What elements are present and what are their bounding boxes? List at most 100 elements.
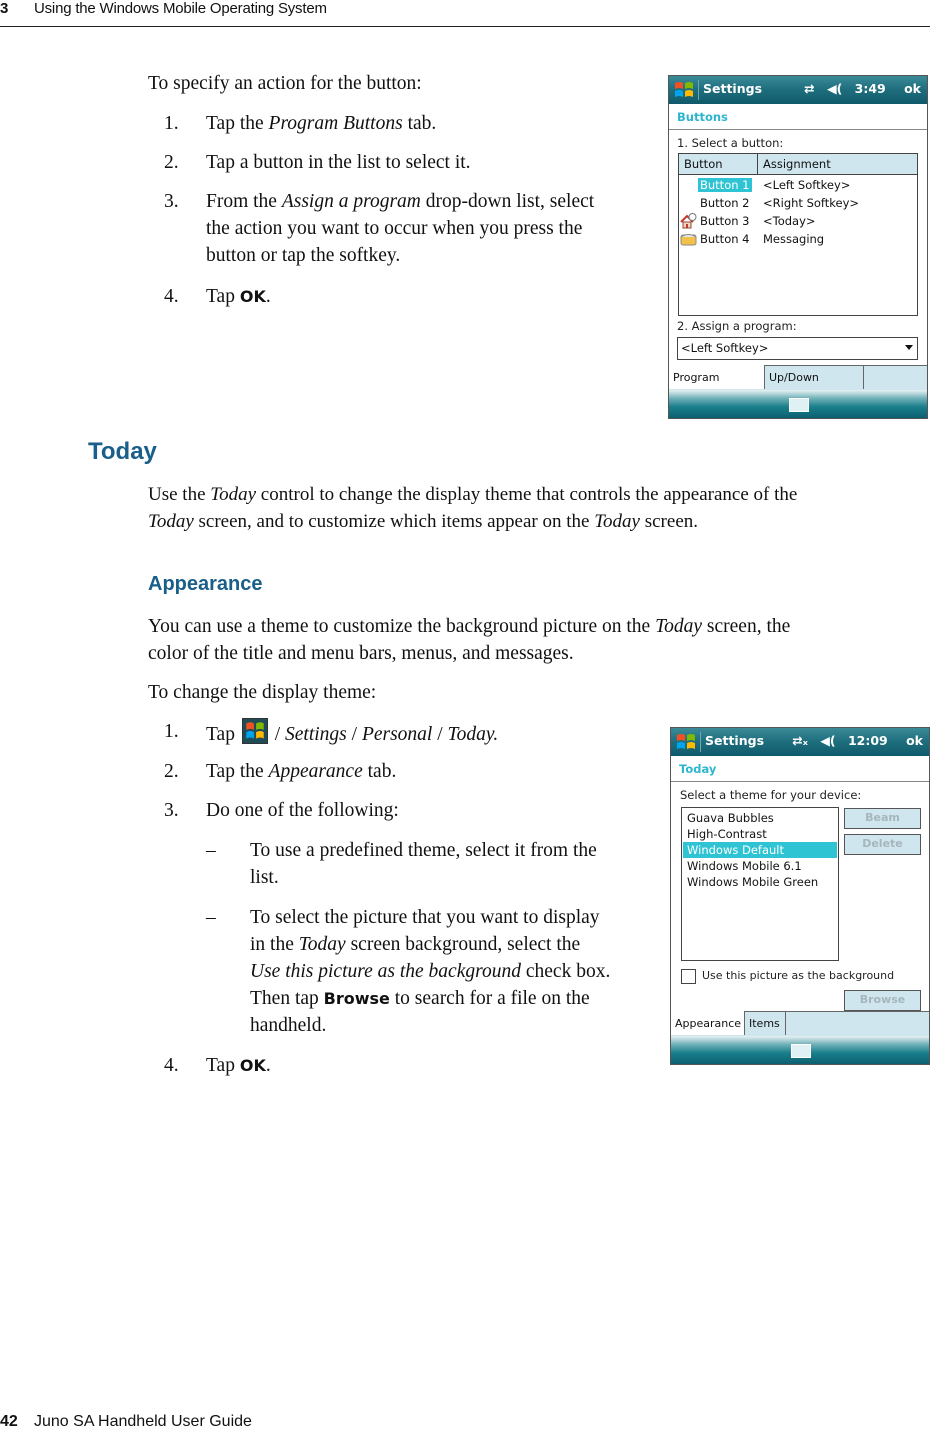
text: in the xyxy=(250,934,299,955)
title-bar: Settings ⇄ ◀︎( 3:49 ok xyxy=(669,76,927,104)
ok-button[interactable]: ok xyxy=(906,733,923,748)
step-text: Do one of the following: xyxy=(206,800,399,821)
delete-button[interactable]: Delete xyxy=(844,834,921,855)
step-text-pre: Tap the xyxy=(206,113,269,134)
buttons-step-1: 1. Tap the Program Buttons tab. xyxy=(164,110,664,137)
app-title: Settings xyxy=(703,81,763,96)
button-name: Button 4 xyxy=(700,232,750,246)
text-em: Today xyxy=(655,616,703,637)
clock-time[interactable]: 12:09 xyxy=(848,733,888,748)
button-assignment: <Today> xyxy=(763,214,816,228)
no-connection-icon[interactable]: ⇄ₓ xyxy=(792,733,808,748)
text-em: Use this picture as the background xyxy=(250,961,521,982)
tab-appearance[interactable]: Appearance xyxy=(671,1011,744,1035)
dropdown-value: <Left Softkey> xyxy=(681,341,769,355)
tab-items[interactable]: Items xyxy=(744,1011,786,1035)
list-row[interactable]: Button 1 <Left Softkey> xyxy=(679,177,917,195)
text: tab. xyxy=(362,761,397,782)
theme-item[interactable]: High-Contrast xyxy=(683,826,837,842)
step-text: Tap / Settings / Personal / Today. xyxy=(206,718,498,748)
bullet-text: To select the picture that you want to d… xyxy=(250,904,610,1039)
column-header-assignment[interactable]: Assignment xyxy=(763,157,831,171)
step-text-em: Program Buttons xyxy=(268,113,403,134)
text: color of the title and menu bars, menus,… xyxy=(148,643,574,664)
theme-item[interactable]: Windows Mobile Green xyxy=(683,874,837,890)
button-name: Button 2 xyxy=(700,196,750,210)
text: screen background, select the xyxy=(345,934,581,955)
list-row[interactable]: Button 2 <Right Softkey> xyxy=(679,195,917,213)
tab-up-down-control[interactable]: Up/Down Control xyxy=(764,365,864,408)
theme-item[interactable]: Guava Bubbles xyxy=(683,810,837,826)
appearance-step-3: 3. Do one of the following: xyxy=(164,797,664,824)
tab-program-buttons[interactable]: Program Buttons xyxy=(669,365,764,408)
text-em: Today xyxy=(148,511,194,532)
appearance-step-4: 4. Tap OK. xyxy=(164,1052,664,1079)
assign-program-dropdown[interactable]: <Left Softkey> xyxy=(677,337,918,360)
buttons-intro: To specify an action for the button: xyxy=(148,73,422,94)
tab-bar: Program Buttons Up/Down Control xyxy=(669,365,927,408)
button-assignment: <Left Softkey> xyxy=(763,178,851,192)
step-text-post: . xyxy=(265,286,271,307)
list-header: Button Assignment xyxy=(679,154,917,175)
sync-connection-icon[interactable]: ⇄ xyxy=(804,81,814,96)
appearance-paragraph: You can use a theme to customize the bac… xyxy=(148,613,790,667)
speaker-icon[interactable]: ◀︎( xyxy=(827,81,842,96)
step-text: Tap OK. xyxy=(206,283,271,310)
step-text: Tap a button in the list to select it. xyxy=(206,152,471,173)
step-text: From the Assign a program drop-down list… xyxy=(206,188,594,269)
list-row[interactable]: Button 4 Messaging xyxy=(679,231,917,249)
clock-time[interactable]: 3:49 xyxy=(855,81,886,96)
divider xyxy=(671,781,929,782)
step-number: 4. xyxy=(164,1055,179,1076)
keyboard-icon[interactable] xyxy=(789,398,809,412)
bullet-1: – To use a predefined theme, select it f… xyxy=(206,837,666,891)
chevron-down-icon[interactable] xyxy=(905,345,913,350)
path-settings: Settings xyxy=(285,724,347,745)
text: Then tap xyxy=(250,988,324,1009)
beam-button[interactable]: Beam xyxy=(844,808,921,829)
text: screen. xyxy=(639,511,699,532)
keyboard-icon[interactable] xyxy=(791,1044,811,1058)
menu-bar xyxy=(669,390,927,418)
path-today: Today. xyxy=(447,724,499,745)
status-area: ⇄ₓ ◀︎( 12:09 ok xyxy=(784,733,923,748)
step-number: 2. xyxy=(164,761,179,782)
button-assignment: Messaging xyxy=(763,232,825,246)
chapter-title: Using the Windows Mobile Operating Syste… xyxy=(34,0,327,17)
list-row[interactable]: Button 3 <Today> xyxy=(679,213,917,231)
chapter-number: 3 xyxy=(0,0,9,17)
step-text: Tap OK. xyxy=(206,1052,271,1079)
title-separator xyxy=(700,732,701,752)
step-number: 3. xyxy=(164,800,179,821)
step-number: 1. xyxy=(164,721,179,742)
text: You can use a theme to customize the bac… xyxy=(148,616,656,637)
assign-program-label: 2. Assign a program: xyxy=(677,319,797,333)
checkbox-label[interactable]: Use this picture as the background xyxy=(702,969,894,982)
background-checkbox[interactable] xyxy=(681,969,696,984)
button-list[interactable]: Button Assignment Button 1 <Left Softkey… xyxy=(678,153,918,316)
text: Use the xyxy=(148,484,211,505)
step-text-pre: Tap xyxy=(206,286,240,307)
browse-button[interactable]: Browse xyxy=(844,990,921,1011)
step-number: 2. xyxy=(164,152,179,173)
column-divider[interactable] xyxy=(757,154,758,174)
text-em: Today xyxy=(594,511,640,532)
app-title: Settings xyxy=(705,733,765,748)
step-number: 4. xyxy=(164,286,179,307)
theme-item-selected[interactable]: Windows Default xyxy=(683,842,837,858)
appearance-step-2: 2. Tap the Appearance tab. xyxy=(164,758,664,785)
theme-list[interactable]: Guava Bubbles High-Contrast Windows Defa… xyxy=(681,807,839,961)
text-em: Appearance xyxy=(268,761,363,782)
select-button-label: 1. Select a button: xyxy=(677,136,784,150)
column-header-button[interactable]: Button xyxy=(684,157,723,171)
ok-label: OK xyxy=(239,1056,266,1075)
windows-start-icon[interactable] xyxy=(673,79,695,101)
windows-start-icon[interactable] xyxy=(675,731,697,753)
buttons-step-3: 3. From the Assign a program drop-down l… xyxy=(164,188,664,269)
step-text-line: drop-down list, select xyxy=(420,191,595,212)
text: handheld. xyxy=(250,1015,327,1036)
text-em: Today xyxy=(298,934,346,955)
ok-button[interactable]: ok xyxy=(904,81,921,96)
speaker-icon[interactable]: ◀︎( xyxy=(820,733,835,748)
theme-item[interactable]: Windows Mobile 6.1 xyxy=(683,858,837,874)
